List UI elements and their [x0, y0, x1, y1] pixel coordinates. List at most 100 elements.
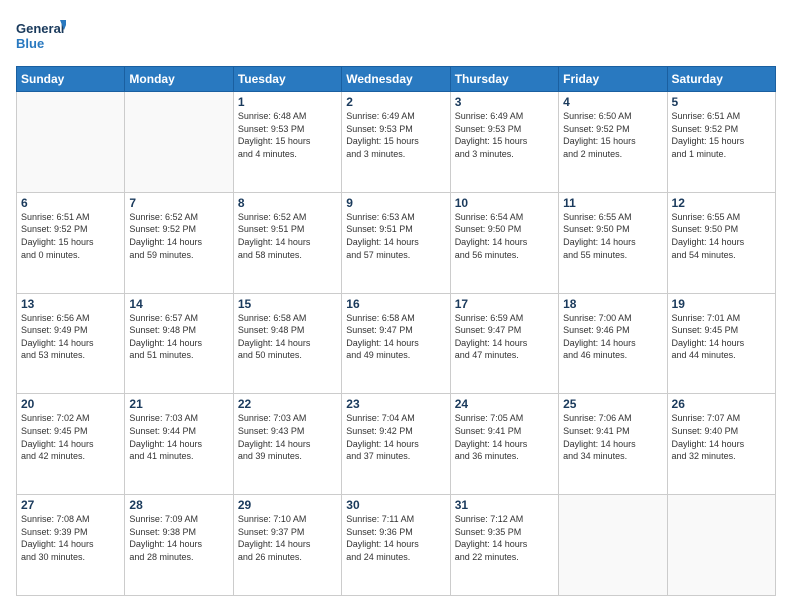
day-detail: Sunrise: 6:52 AM Sunset: 9:51 PM Dayligh…	[238, 211, 337, 261]
day-detail: Sunrise: 7:11 AM Sunset: 9:36 PM Dayligh…	[346, 513, 445, 563]
calendar-cell: 3Sunrise: 6:49 AM Sunset: 9:53 PM Daylig…	[450, 92, 558, 193]
calendar-cell: 5Sunrise: 6:51 AM Sunset: 9:52 PM Daylig…	[667, 92, 775, 193]
week-row-1: 1Sunrise: 6:48 AM Sunset: 9:53 PM Daylig…	[17, 92, 776, 193]
day-detail: Sunrise: 6:56 AM Sunset: 9:49 PM Dayligh…	[21, 312, 120, 362]
calendar-cell: 13Sunrise: 6:56 AM Sunset: 9:49 PM Dayli…	[17, 293, 125, 394]
day-number: 27	[21, 498, 120, 512]
day-number: 11	[563, 196, 662, 210]
day-detail: Sunrise: 6:55 AM Sunset: 9:50 PM Dayligh…	[672, 211, 771, 261]
calendar-cell: 2Sunrise: 6:49 AM Sunset: 9:53 PM Daylig…	[342, 92, 450, 193]
calendar-cell: 20Sunrise: 7:02 AM Sunset: 9:45 PM Dayli…	[17, 394, 125, 495]
calendar-cell: 8Sunrise: 6:52 AM Sunset: 9:51 PM Daylig…	[233, 192, 341, 293]
day-detail: Sunrise: 7:03 AM Sunset: 9:43 PM Dayligh…	[238, 412, 337, 462]
calendar-cell: 9Sunrise: 6:53 AM Sunset: 9:51 PM Daylig…	[342, 192, 450, 293]
day-number: 28	[129, 498, 228, 512]
day-number: 26	[672, 397, 771, 411]
weekday-header-tuesday: Tuesday	[233, 67, 341, 92]
day-number: 9	[346, 196, 445, 210]
calendar-cell: 1Sunrise: 6:48 AM Sunset: 9:53 PM Daylig…	[233, 92, 341, 193]
day-number: 22	[238, 397, 337, 411]
day-number: 20	[21, 397, 120, 411]
day-number: 6	[21, 196, 120, 210]
calendar-cell: 15Sunrise: 6:58 AM Sunset: 9:48 PM Dayli…	[233, 293, 341, 394]
calendar-cell: 7Sunrise: 6:52 AM Sunset: 9:52 PM Daylig…	[125, 192, 233, 293]
day-number: 25	[563, 397, 662, 411]
day-detail: Sunrise: 6:50 AM Sunset: 9:52 PM Dayligh…	[563, 110, 662, 160]
day-detail: Sunrise: 6:49 AM Sunset: 9:53 PM Dayligh…	[346, 110, 445, 160]
week-row-2: 6Sunrise: 6:51 AM Sunset: 9:52 PM Daylig…	[17, 192, 776, 293]
calendar-cell: 11Sunrise: 6:55 AM Sunset: 9:50 PM Dayli…	[559, 192, 667, 293]
calendar-cell: 27Sunrise: 7:08 AM Sunset: 9:39 PM Dayli…	[17, 495, 125, 596]
calendar-cell: 12Sunrise: 6:55 AM Sunset: 9:50 PM Dayli…	[667, 192, 775, 293]
day-number: 7	[129, 196, 228, 210]
day-detail: Sunrise: 6:59 AM Sunset: 9:47 PM Dayligh…	[455, 312, 554, 362]
calendar-cell: 23Sunrise: 7:04 AM Sunset: 9:42 PM Dayli…	[342, 394, 450, 495]
calendar-cell	[125, 92, 233, 193]
page: General Blue SundayMondayTuesdayWednesda…	[0, 0, 792, 612]
day-number: 15	[238, 297, 337, 311]
day-number: 17	[455, 297, 554, 311]
weekday-header-saturday: Saturday	[667, 67, 775, 92]
calendar-cell: 4Sunrise: 6:50 AM Sunset: 9:52 PM Daylig…	[559, 92, 667, 193]
day-detail: Sunrise: 6:54 AM Sunset: 9:50 PM Dayligh…	[455, 211, 554, 261]
day-number: 16	[346, 297, 445, 311]
day-detail: Sunrise: 6:57 AM Sunset: 9:48 PM Dayligh…	[129, 312, 228, 362]
calendar-cell: 22Sunrise: 7:03 AM Sunset: 9:43 PM Dayli…	[233, 394, 341, 495]
week-row-4: 20Sunrise: 7:02 AM Sunset: 9:45 PM Dayli…	[17, 394, 776, 495]
calendar-cell: 10Sunrise: 6:54 AM Sunset: 9:50 PM Dayli…	[450, 192, 558, 293]
day-number: 31	[455, 498, 554, 512]
day-number: 18	[563, 297, 662, 311]
day-detail: Sunrise: 7:07 AM Sunset: 9:40 PM Dayligh…	[672, 412, 771, 462]
day-number: 1	[238, 95, 337, 109]
day-detail: Sunrise: 6:51 AM Sunset: 9:52 PM Dayligh…	[21, 211, 120, 261]
day-number: 4	[563, 95, 662, 109]
calendar-cell: 14Sunrise: 6:57 AM Sunset: 9:48 PM Dayli…	[125, 293, 233, 394]
calendar-cell: 19Sunrise: 7:01 AM Sunset: 9:45 PM Dayli…	[667, 293, 775, 394]
weekday-header-sunday: Sunday	[17, 67, 125, 92]
day-detail: Sunrise: 7:03 AM Sunset: 9:44 PM Dayligh…	[129, 412, 228, 462]
day-number: 19	[672, 297, 771, 311]
day-detail: Sunrise: 7:08 AM Sunset: 9:39 PM Dayligh…	[21, 513, 120, 563]
day-detail: Sunrise: 6:58 AM Sunset: 9:48 PM Dayligh…	[238, 312, 337, 362]
calendar-cell	[667, 495, 775, 596]
weekday-header-thursday: Thursday	[450, 67, 558, 92]
day-detail: Sunrise: 6:51 AM Sunset: 9:52 PM Dayligh…	[672, 110, 771, 160]
calendar-cell: 25Sunrise: 7:06 AM Sunset: 9:41 PM Dayli…	[559, 394, 667, 495]
day-number: 13	[21, 297, 120, 311]
calendar-cell: 6Sunrise: 6:51 AM Sunset: 9:52 PM Daylig…	[17, 192, 125, 293]
day-number: 2	[346, 95, 445, 109]
day-detail: Sunrise: 7:06 AM Sunset: 9:41 PM Dayligh…	[563, 412, 662, 462]
day-detail: Sunrise: 7:04 AM Sunset: 9:42 PM Dayligh…	[346, 412, 445, 462]
svg-text:Blue: Blue	[16, 36, 44, 51]
day-detail: Sunrise: 6:52 AM Sunset: 9:52 PM Dayligh…	[129, 211, 228, 261]
day-detail: Sunrise: 7:00 AM Sunset: 9:46 PM Dayligh…	[563, 312, 662, 362]
day-detail: Sunrise: 7:05 AM Sunset: 9:41 PM Dayligh…	[455, 412, 554, 462]
day-number: 14	[129, 297, 228, 311]
logo: General Blue	[16, 16, 66, 56]
calendar-cell: 21Sunrise: 7:03 AM Sunset: 9:44 PM Dayli…	[125, 394, 233, 495]
day-number: 23	[346, 397, 445, 411]
weekday-header-monday: Monday	[125, 67, 233, 92]
logo-svg: General Blue	[16, 16, 66, 56]
day-detail: Sunrise: 6:55 AM Sunset: 9:50 PM Dayligh…	[563, 211, 662, 261]
day-number: 5	[672, 95, 771, 109]
day-number: 30	[346, 498, 445, 512]
day-number: 24	[455, 397, 554, 411]
day-number: 21	[129, 397, 228, 411]
weekday-header-row: SundayMondayTuesdayWednesdayThursdayFrid…	[17, 67, 776, 92]
day-detail: Sunrise: 7:02 AM Sunset: 9:45 PM Dayligh…	[21, 412, 120, 462]
calendar-table: SundayMondayTuesdayWednesdayThursdayFrid…	[16, 66, 776, 596]
day-detail: Sunrise: 7:12 AM Sunset: 9:35 PM Dayligh…	[455, 513, 554, 563]
calendar-cell: 30Sunrise: 7:11 AM Sunset: 9:36 PM Dayli…	[342, 495, 450, 596]
calendar-cell: 28Sunrise: 7:09 AM Sunset: 9:38 PM Dayli…	[125, 495, 233, 596]
calendar-cell: 26Sunrise: 7:07 AM Sunset: 9:40 PM Dayli…	[667, 394, 775, 495]
day-detail: Sunrise: 7:01 AM Sunset: 9:45 PM Dayligh…	[672, 312, 771, 362]
calendar-cell: 24Sunrise: 7:05 AM Sunset: 9:41 PM Dayli…	[450, 394, 558, 495]
calendar-cell: 31Sunrise: 7:12 AM Sunset: 9:35 PM Dayli…	[450, 495, 558, 596]
day-number: 3	[455, 95, 554, 109]
calendar-cell: 16Sunrise: 6:58 AM Sunset: 9:47 PM Dayli…	[342, 293, 450, 394]
day-number: 12	[672, 196, 771, 210]
header: General Blue	[16, 16, 776, 56]
day-detail: Sunrise: 6:53 AM Sunset: 9:51 PM Dayligh…	[346, 211, 445, 261]
day-detail: Sunrise: 7:10 AM Sunset: 9:37 PM Dayligh…	[238, 513, 337, 563]
